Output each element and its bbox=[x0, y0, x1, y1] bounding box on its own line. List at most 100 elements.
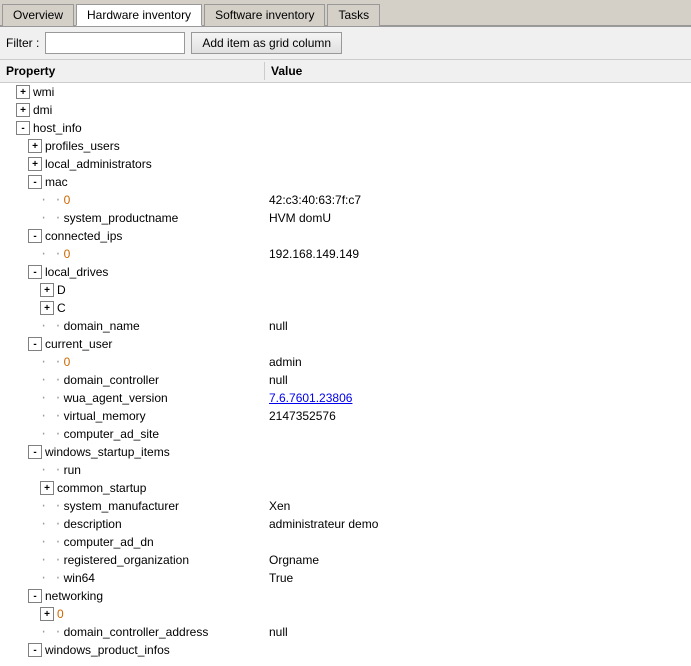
property-name: run bbox=[64, 463, 81, 477]
tree-line: · · bbox=[40, 193, 62, 207]
property-cell: · · description bbox=[0, 515, 265, 533]
tab-bar: Overview Hardware inventory Software inv… bbox=[0, 0, 691, 27]
add-column-button[interactable]: Add item as grid column bbox=[191, 32, 342, 54]
table-row: · · run bbox=[0, 461, 691, 479]
value-cell: admin bbox=[265, 353, 691, 371]
tree-container[interactable]: +wmi+dmi-host_info+profiles_users+local_… bbox=[0, 83, 691, 666]
collapse-icon[interactable]: - bbox=[28, 337, 42, 351]
tree-line: · · bbox=[40, 535, 62, 549]
property-value: 7.6.7601.23806 bbox=[269, 391, 352, 405]
value-cell: 7.6.7601.23806 bbox=[265, 389, 691, 407]
filter-bar: Filter : Add item as grid column bbox=[0, 27, 691, 60]
property-name: virtual_memory bbox=[64, 409, 146, 423]
table-row: · · computer_ad_site bbox=[0, 425, 691, 443]
table-row: · · domain_name null bbox=[0, 317, 691, 335]
filter-input[interactable] bbox=[45, 32, 185, 54]
value-cell bbox=[265, 479, 691, 497]
expand-icon[interactable]: + bbox=[40, 481, 54, 495]
tree-line: · · bbox=[40, 319, 62, 333]
table-row: · · descriptionadministrateur demo bbox=[0, 515, 691, 533]
expand-icon[interactable]: + bbox=[40, 283, 54, 297]
value-cell bbox=[265, 83, 691, 101]
property-cell: +C bbox=[0, 299, 265, 317]
property-name: wua_agent_version bbox=[64, 391, 168, 405]
property-cell: +dmi bbox=[0, 101, 265, 119]
property-cell: -current_user bbox=[0, 335, 265, 353]
collapse-icon[interactable]: - bbox=[28, 589, 42, 603]
tab-hardware-inventory[interactable]: Hardware inventory bbox=[76, 4, 202, 26]
property-cell: · · domain_name bbox=[0, 317, 265, 335]
collapse-icon[interactable]: - bbox=[28, 643, 42, 657]
property-name: profiles_users bbox=[45, 139, 120, 153]
expand-icon[interactable]: + bbox=[28, 139, 42, 153]
table-row: -networking bbox=[0, 587, 691, 605]
property-name: D bbox=[57, 283, 66, 297]
property-cell: · · 0 bbox=[0, 245, 265, 263]
property-cell: -local_drives bbox=[0, 263, 265, 281]
value-cell: administrateur demo bbox=[265, 515, 691, 533]
property-name: host_info bbox=[33, 121, 82, 135]
table-row: · · virtual_memory2147352576 bbox=[0, 407, 691, 425]
property-cell: +profiles_users bbox=[0, 137, 265, 155]
property-name: current_user bbox=[45, 337, 112, 351]
property-cell: -networking bbox=[0, 587, 265, 605]
property-value: Orgname bbox=[269, 553, 319, 567]
value-cell: HVM domU bbox=[265, 209, 691, 227]
property-name: domain_controller_address bbox=[64, 625, 209, 639]
value-cell bbox=[265, 605, 691, 623]
tab-tasks[interactable]: Tasks bbox=[327, 4, 380, 26]
property-value: null bbox=[269, 625, 288, 639]
property-value: 42:c3:40:63:7f:c7 bbox=[269, 193, 361, 207]
table-header: Property Value bbox=[0, 60, 691, 83]
expand-icon[interactable]: + bbox=[40, 301, 54, 315]
tree-line: · · bbox=[40, 391, 62, 405]
table-row: +dmi bbox=[0, 101, 691, 119]
property-cell: · · computer_ad_dn bbox=[0, 533, 265, 551]
table-row: -local_drives bbox=[0, 263, 691, 281]
table-row: · · domain_controllernull bbox=[0, 371, 691, 389]
expand-icon[interactable]: + bbox=[28, 157, 42, 171]
property-cell: +wmi bbox=[0, 83, 265, 101]
value-cell: null bbox=[265, 371, 691, 389]
collapse-icon[interactable]: - bbox=[28, 229, 42, 243]
tab-software-inventory[interactable]: Software inventory bbox=[204, 4, 325, 26]
property-cell: · · run bbox=[0, 461, 265, 479]
property-value: null bbox=[269, 319, 288, 333]
expand-icon[interactable]: + bbox=[40, 607, 54, 621]
property-name: 0 bbox=[64, 193, 71, 207]
expand-icon[interactable]: + bbox=[16, 103, 30, 117]
property-name: computer_ad_site bbox=[64, 427, 159, 441]
collapse-icon[interactable]: - bbox=[16, 121, 30, 135]
table-row: · · wua_agent_version 7.6.7601.23806 bbox=[0, 389, 691, 407]
tree-line: · · bbox=[40, 427, 62, 441]
property-value: 192.168.149.149 bbox=[269, 247, 359, 261]
tree-line: · · bbox=[40, 517, 62, 531]
tab-overview[interactable]: Overview bbox=[2, 4, 74, 26]
property-name: windows_startup_items bbox=[45, 445, 170, 459]
table-row: · · system_manufacturerXen bbox=[0, 497, 691, 515]
property-name: computer_ad_dn bbox=[64, 535, 154, 549]
property-cell: · · system_manufacturer bbox=[0, 497, 265, 515]
value-cell bbox=[265, 425, 691, 443]
tree-line: · · bbox=[40, 571, 62, 585]
value-cell bbox=[265, 641, 691, 659]
value-cell: null bbox=[265, 623, 691, 641]
property-cell: -windows_startup_items bbox=[0, 443, 265, 461]
property-name: mac bbox=[45, 175, 68, 189]
value-cell bbox=[265, 443, 691, 461]
property-name: 0 bbox=[64, 247, 71, 261]
expand-icon[interactable]: + bbox=[16, 85, 30, 99]
value-cell bbox=[265, 587, 691, 605]
value-cell bbox=[265, 119, 691, 137]
table-row: · · 0admin bbox=[0, 353, 691, 371]
table-row: · · win64True bbox=[0, 569, 691, 587]
table-row: · · registered_organizationOrgname bbox=[0, 551, 691, 569]
collapse-icon[interactable]: - bbox=[28, 445, 42, 459]
collapse-icon[interactable]: - bbox=[28, 265, 42, 279]
property-name: local_administrators bbox=[45, 157, 152, 171]
property-name: 0 bbox=[57, 607, 64, 621]
collapse-icon[interactable]: - bbox=[28, 175, 42, 189]
value-cell bbox=[265, 461, 691, 479]
table-row: +common_startup bbox=[0, 479, 691, 497]
table-row: +C bbox=[0, 299, 691, 317]
